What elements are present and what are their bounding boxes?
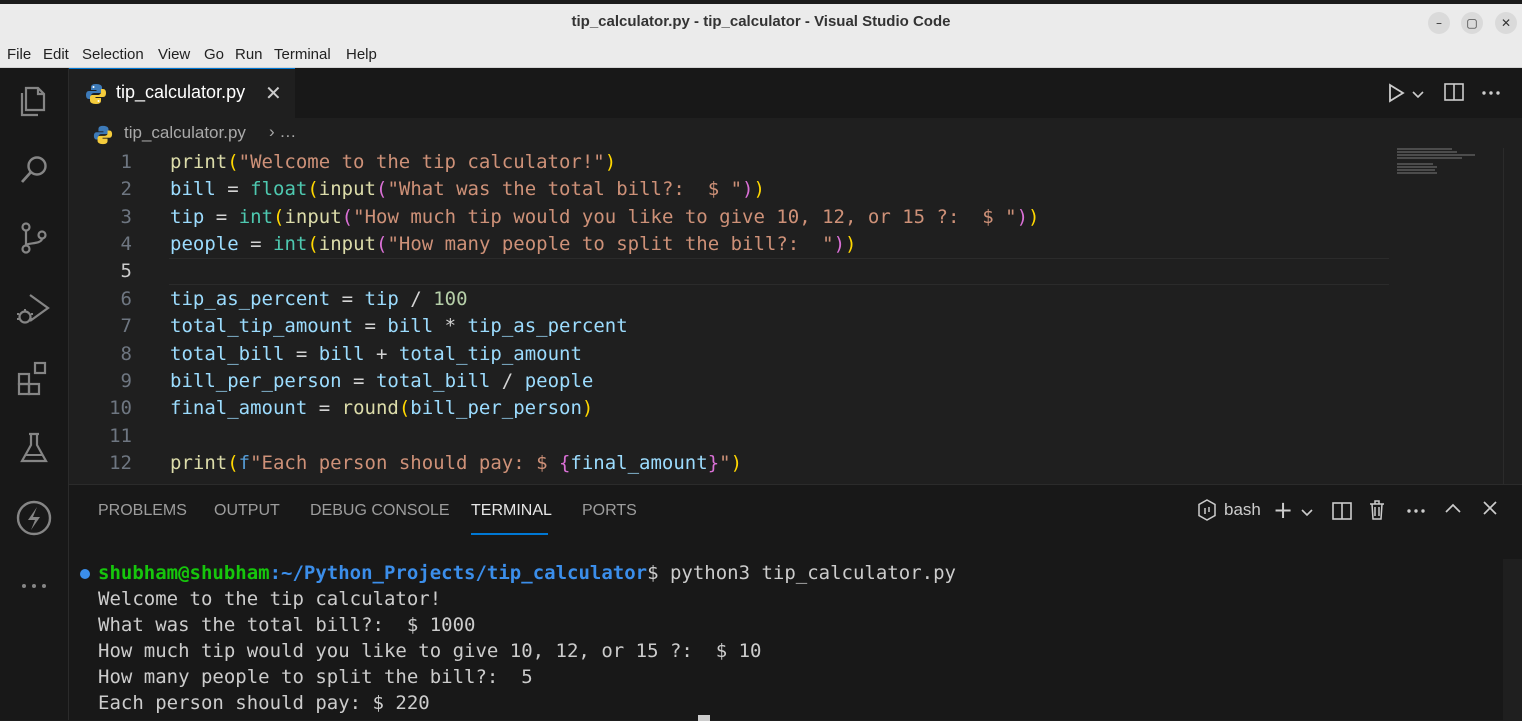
terminal-dropdown-chevron-icon[interactable] [1300, 503, 1314, 525]
code-line: 3 tip = int(input("How much tip would yo… [69, 204, 1399, 231]
search-icon[interactable] [14, 150, 54, 190]
command-decoration-icon[interactable] [80, 569, 90, 579]
title-bar: tip_calculator.py - tip_calculator - Vis… [0, 0, 1522, 42]
new-terminal-icon[interactable]: + [1273, 496, 1293, 524]
code-line: 1 print("Welcome to the tip calculator!"… [69, 149, 1399, 176]
breadcrumb-separator[interactable]: › … [269, 122, 296, 142]
tab-problems[interactable]: PROBLEMS [98, 502, 187, 520]
more-actions-icon[interactable] [1480, 81, 1502, 108]
code-line: 8 total_bill = bill + total_tip_amount [69, 341, 1399, 368]
terminal-line: What was the total bill?: $ 1000 [98, 614, 476, 636]
terminal-scrollbar[interactable] [1503, 559, 1522, 721]
tab-debug-console[interactable]: DEBUG CONSOLE [310, 502, 450, 520]
python-file-icon [85, 83, 107, 109]
editor-scrollbar[interactable] [1503, 148, 1522, 484]
extensions-icon[interactable] [14, 358, 54, 398]
tab-output[interactable]: OUTPUT [214, 502, 280, 520]
code-line: 2 bill = float(input("What was the total… [69, 176, 1399, 203]
run-python-icon[interactable] [1386, 81, 1406, 110]
menu-edit[interactable]: Edit [43, 46, 69, 63]
line-number: 6 [120, 288, 132, 310]
line-number: 1 [120, 151, 132, 173]
active-tab-indicator [471, 533, 548, 535]
tab-terminal[interactable]: TERMINAL [471, 502, 552, 520]
menu-selection[interactable]: Selection [82, 46, 144, 63]
menu-terminal[interactable]: Terminal [274, 46, 331, 63]
menu-bar: File Edit Selection View Go Run Terminal… [0, 42, 1522, 68]
editor-tab-bar: tip_calculator.py ✕ [69, 68, 1522, 118]
more-actions-icon[interactable] [1405, 499, 1427, 526]
line-number: 11 [109, 425, 132, 447]
code-line: 10 final_amount = round(bill_per_person) [69, 395, 1399, 422]
terminal-line: Each person should pay: $ 220 [98, 692, 430, 714]
lightning-icon[interactable] [14, 498, 54, 538]
line-number: 3 [120, 206, 132, 228]
maximize-button[interactable]: ▢ [1461, 12, 1483, 34]
tab-tip-calculator[interactable]: tip_calculator.py ✕ [69, 68, 295, 118]
testing-icon[interactable] [14, 428, 54, 468]
window-title: tip_calculator.py - tip_calculator - Vis… [571, 13, 951, 30]
menu-file[interactable]: File [7, 46, 31, 63]
code-line: 9 bill_per_person = total_bill / people [69, 368, 1399, 395]
code-line: 7 total_tip_amount = bill * tip_as_perce… [69, 313, 1399, 340]
close-tab-icon[interactable]: ✕ [265, 81, 282, 105]
python-file-icon [93, 125, 113, 149]
code-editor[interactable]: 1 print("Welcome to the tip calculator!"… [69, 148, 1522, 484]
terminal-line: How many people to split the bill?: 5 [98, 666, 533, 688]
close-window-button[interactable]: ✕ [1495, 12, 1517, 34]
maximize-panel-chevron-up-icon[interactable] [1443, 499, 1463, 524]
tab-ports[interactable]: PORTS [582, 502, 637, 520]
terminal-line: How much tip would you like to give 10, … [98, 640, 762, 662]
line-number: 10 [109, 397, 132, 419]
line-number: 4 [120, 233, 132, 255]
line-number: 5 [120, 260, 132, 282]
code-line: 5 [69, 258, 1399, 285]
menu-help[interactable]: Help [346, 46, 377, 63]
line-number: 8 [120, 343, 132, 365]
code-line: 11 [69, 423, 1399, 450]
line-number: 7 [120, 315, 132, 337]
split-editor-icon[interactable] [1443, 81, 1465, 108]
terminal-cursor [698, 715, 710, 721]
code-line: 6 tip_as_percent = tip / 100 [69, 286, 1399, 313]
explorer-icon[interactable] [14, 80, 54, 120]
line-number: 9 [120, 370, 132, 392]
terminal-prompt-line: shubham@shubham:~/Python_Projects/tip_ca… [98, 562, 956, 584]
menu-view[interactable]: View [158, 46, 190, 63]
terminal-shell-name[interactable]: bash [1224, 500, 1261, 520]
line-number: 2 [120, 178, 132, 200]
minimap[interactable] [1397, 148, 1479, 178]
bottom-panel: PROBLEMS OUTPUT DEBUG CONSOLE TERMINAL P… [69, 484, 1522, 721]
breadcrumb: tip_calculator.py › … [69, 118, 1522, 148]
close-panel-icon[interactable] [1481, 499, 1499, 522]
code-line: 4 people = int(input("How many people to… [69, 231, 1399, 258]
source-control-icon[interactable] [14, 218, 54, 258]
tab-label: tip_calculator.py [116, 82, 246, 102]
menu-go[interactable]: Go [204, 46, 224, 63]
code-line: 12 print(f"Each person should pay: $ {fi… [69, 450, 1399, 477]
terminal-profile-icon[interactable] [1197, 499, 1217, 526]
trash-icon[interactable] [1367, 499, 1387, 526]
split-terminal-icon[interactable] [1331, 500, 1353, 527]
line-number: 12 [109, 452, 132, 474]
menu-run[interactable]: Run [235, 46, 263, 63]
activity-bar [0, 68, 69, 720]
run-debug-icon[interactable] [14, 288, 54, 328]
breadcrumb-file[interactable]: tip_calculator.py [124, 123, 246, 143]
minimize-button[interactable]: – [1428, 12, 1450, 34]
more-icon[interactable] [14, 566, 54, 606]
terminal-line: Welcome to the tip calculator! [98, 588, 442, 610]
run-dropdown-chevron-icon[interactable] [1411, 83, 1425, 107]
